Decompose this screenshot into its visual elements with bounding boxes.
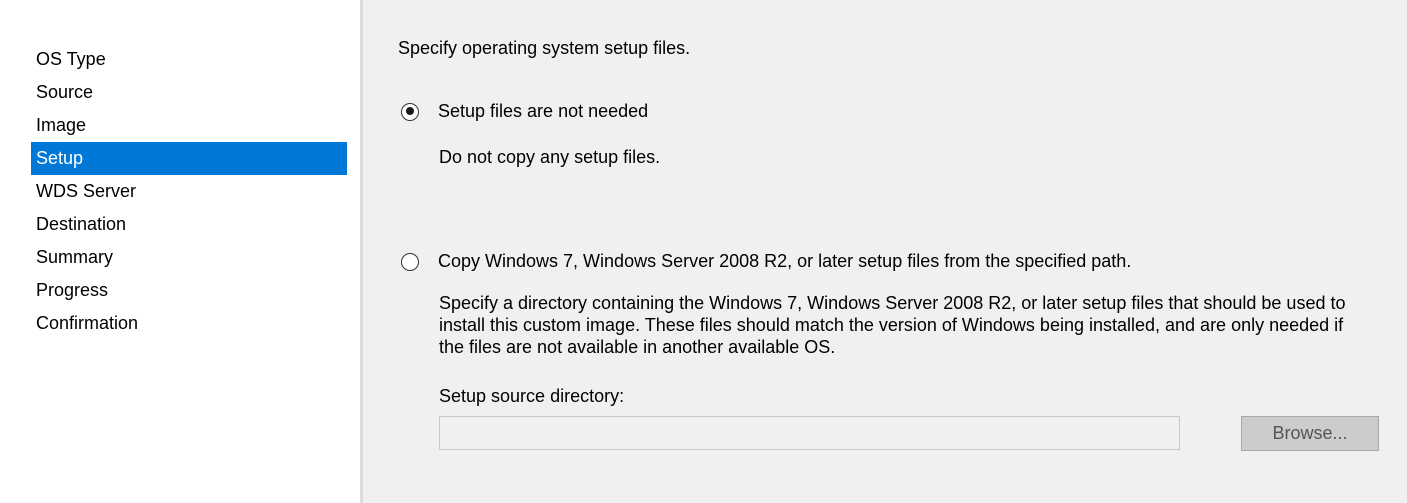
setup-source-directory-input[interactable] bbox=[439, 416, 1180, 450]
nav-item-source[interactable]: Source bbox=[31, 76, 347, 109]
option-copy-setup-files-description: Specify a directory containing the Windo… bbox=[439, 293, 1346, 357]
wizard-window: OS Type Source Image Setup WDS Server De… bbox=[0, 0, 1407, 503]
option-no-setup-files-description: Do not copy any setup files. bbox=[439, 147, 661, 167]
radio-no-setup-files[interactable] bbox=[401, 102, 419, 121]
page-heading: Specify operating system setup files. bbox=[398, 38, 691, 58]
radio-copy-setup-files[interactable] bbox=[401, 252, 419, 271]
option-no-setup-files-label[interactable]: Setup files are not needed bbox=[438, 101, 648, 122]
nav-item-summary[interactable]: Summary bbox=[31, 241, 347, 274]
nav-item-wds-server[interactable]: WDS Server bbox=[31, 175, 347, 208]
browse-button[interactable]: Browse... bbox=[1241, 416, 1379, 451]
option-copy-setup-files[interactable]: Copy Windows 7, Windows Server 2008 R2, … bbox=[401, 251, 1131, 272]
wizard-nav-pane: OS Type Source Image Setup WDS Server De… bbox=[0, 0, 360, 503]
wizard-step-list: OS Type Source Image Setup WDS Server De… bbox=[31, 43, 347, 340]
setup-content-pane: Specify operating system setup files. Se… bbox=[363, 0, 1407, 503]
setup-source-directory-label: Setup source directory: bbox=[439, 386, 625, 406]
option-no-setup-files[interactable]: Setup files are not needed bbox=[401, 101, 648, 122]
option-copy-setup-files-label[interactable]: Copy Windows 7, Windows Server 2008 R2, … bbox=[438, 251, 1131, 272]
nav-item-os-type[interactable]: OS Type bbox=[31, 43, 347, 76]
nav-item-image[interactable]: Image bbox=[31, 109, 347, 142]
nav-item-progress[interactable]: Progress bbox=[31, 274, 347, 307]
nav-item-confirmation[interactable]: Confirmation bbox=[31, 307, 347, 340]
nav-item-setup[interactable]: Setup bbox=[31, 142, 347, 175]
nav-item-destination[interactable]: Destination bbox=[31, 208, 347, 241]
